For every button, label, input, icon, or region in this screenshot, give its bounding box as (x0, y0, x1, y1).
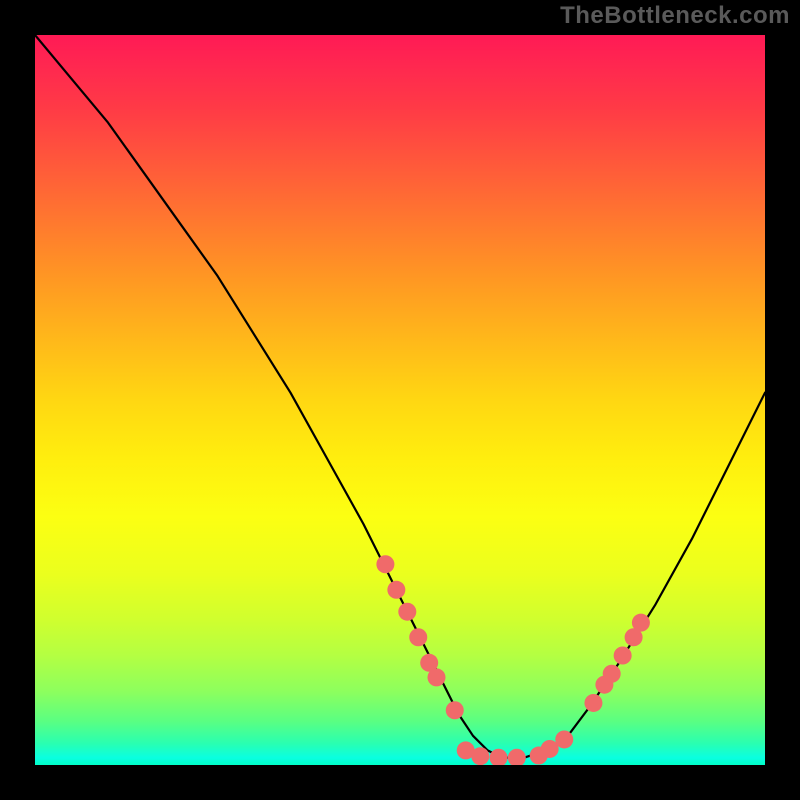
marker-point (446, 701, 464, 719)
marker-point (614, 647, 632, 665)
watermark: TheBottleneck.com (560, 2, 790, 30)
marker-point (398, 603, 416, 621)
chart-container: TheBottleneck.com (0, 0, 800, 800)
marker-point (508, 749, 526, 765)
chart-svg (35, 35, 765, 765)
marker-point (387, 581, 405, 599)
markers-group (376, 555, 650, 765)
plot-area (35, 35, 765, 765)
marker-point (471, 747, 489, 765)
marker-point (409, 628, 427, 646)
bottleneck-curve (35, 35, 765, 758)
marker-point (632, 614, 650, 632)
marker-point (603, 665, 621, 683)
marker-point (555, 730, 573, 748)
marker-point (376, 555, 394, 573)
marker-point (490, 749, 508, 765)
marker-point (584, 694, 602, 712)
marker-point (428, 668, 446, 686)
